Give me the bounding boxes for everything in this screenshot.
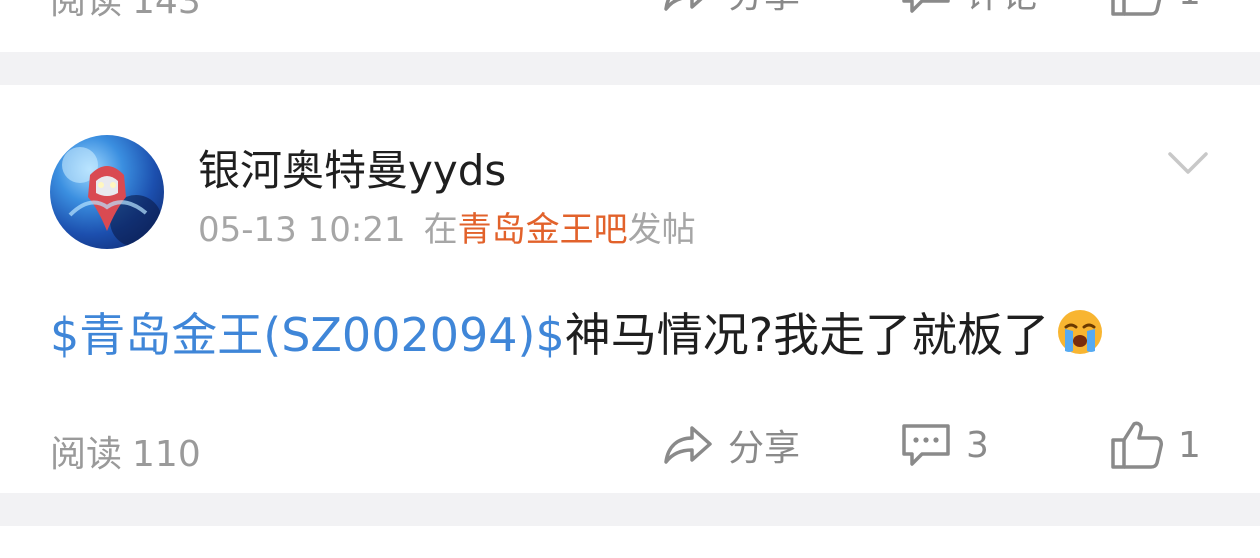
loudly-crying-face-icon [1055, 307, 1105, 368]
posted-label: 发帖 [627, 210, 696, 250]
comment-icon [902, 0, 950, 13]
avatar-image [62, 147, 162, 247]
previous-comment-button[interactable]: 评论 [900, 0, 1038, 22]
share-label: 分享 [728, 0, 800, 18]
more-options-button[interactable] [1166, 149, 1210, 181]
post-content[interactable]: $青岛金王(SZ002094)$神马情况?我走了就板了 [50, 299, 1105, 368]
post-text: 神马情况?我走了就板了 [564, 308, 1050, 362]
avatar[interactable] [50, 135, 164, 249]
post-card: 银河奥特曼yyds 05-13 10:21 在青岛金王吧发帖 $青岛金王(SZ00… [0, 85, 1260, 493]
thumbs-up-icon [1111, 421, 1163, 469]
comment-button[interactable]: 3 [900, 415, 989, 475]
read-label: 阅读 [50, 434, 123, 475]
read-count: 阅读 110 [50, 425, 201, 477]
in-label: 在 [423, 210, 458, 250]
read-count-value: 110 [132, 434, 201, 475]
post-action-bar: 阅读 110 分享 3 1 [0, 415, 1260, 475]
read-label: 阅读 [50, 0, 123, 22]
share-label: 分享 [728, 428, 801, 469]
post-meta: 05-13 10:21 在青岛金王吧发帖 [198, 202, 696, 251]
chevron-down-icon [1168, 152, 1208, 174]
like-count: 1 [1178, 0, 1201, 13]
previous-share-button[interactable]: 分享 [662, 0, 800, 22]
post-time: 05-13 10:21 [198, 210, 406, 250]
comment-count: 3 [966, 424, 989, 466]
previous-read-count: 阅读 143 [50, 0, 201, 24]
previous-post-action-bar: 阅读 143 分享 评论 1 [0, 0, 1260, 22]
read-count-value: 143 [132, 0, 201, 22]
thumbs-up-icon [1111, 0, 1162, 16]
like-button[interactable]: 1 [1110, 415, 1201, 475]
share-button[interactable]: 分享 [662, 415, 800, 475]
comment-icon [902, 424, 950, 466]
next-post-card [0, 526, 1260, 558]
username[interactable]: 银河奥特曼yyds [198, 137, 506, 198]
previous-like-button[interactable]: 1 [1110, 0, 1201, 22]
share-icon [664, 426, 712, 464]
forum-link[interactable]: 青岛金王吧 [458, 210, 628, 250]
share-icon [664, 0, 703, 11]
like-count: 1 [1178, 424, 1201, 466]
comment-label: 评论 [966, 0, 1038, 18]
stock-link[interactable]: $青岛金王(SZ002094)$ [50, 308, 565, 362]
previous-post-card: 阅读 143 分享 评论 1 [0, 0, 1260, 52]
